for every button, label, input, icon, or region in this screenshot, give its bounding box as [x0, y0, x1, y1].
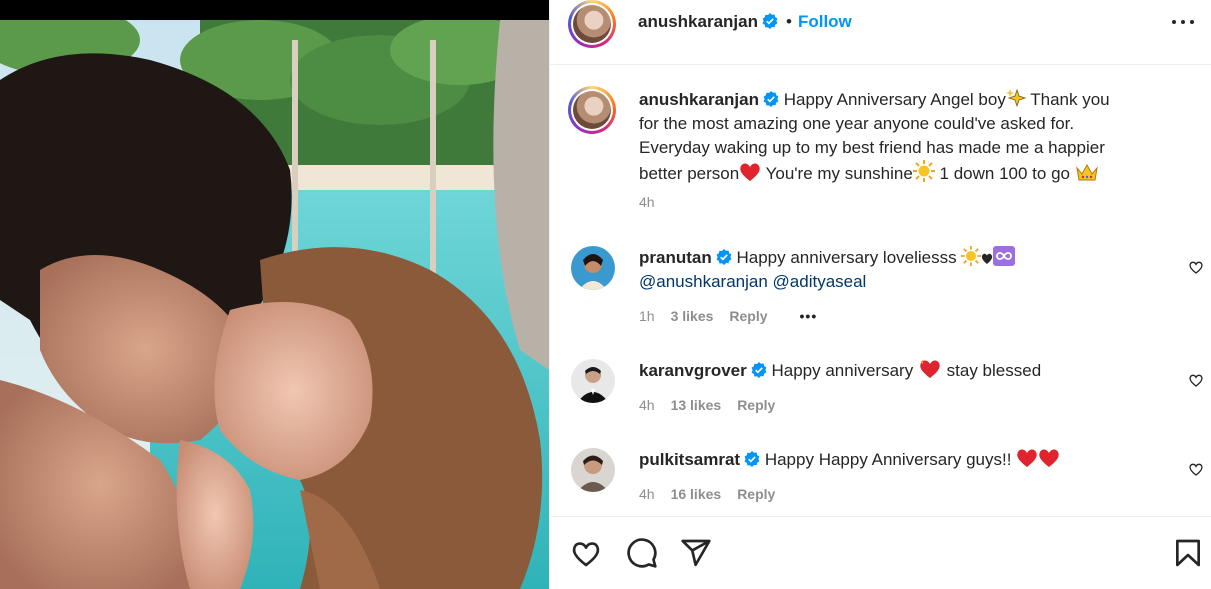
caption-line-4a: better person [639, 164, 740, 183]
verified-badge-icon [751, 362, 767, 378]
comment-likes[interactable]: 16 likes [671, 486, 722, 502]
comment-meta: 4h 13 likes Reply [639, 397, 791, 413]
caption-line-1b: Thank you [1025, 90, 1110, 109]
caption-time[interactable]: 4h [639, 194, 655, 210]
comment-like-heart-icon[interactable] [1188, 372, 1204, 388]
verified-badge-icon [763, 91, 779, 107]
red-heart-icon [1039, 449, 1059, 467]
bookmark-icon[interactable] [1172, 537, 1204, 569]
post-image [0, 20, 549, 589]
post-photo[interactable] [0, 0, 549, 589]
comment-body: Happy anniversary [771, 361, 918, 380]
comment-body: Happy Happy Anniversary guys!! [764, 450, 1017, 469]
comment-username[interactable]: pranutan [639, 248, 712, 267]
sparkles-icon [1005, 88, 1026, 108]
author-username[interactable]: anushkaranjan [638, 12, 758, 31]
more-options-icon[interactable] [1172, 14, 1194, 30]
author-avatar[interactable] [568, 0, 616, 48]
comment-text: karanvgrover Happy anniversary stay bles… [639, 359, 1159, 383]
heart-outline-icon[interactable] [570, 537, 602, 569]
paper-plane-icon[interactable] [680, 537, 712, 569]
comment-text: pranutan Happy anniversary loveliesss @a… [639, 246, 1159, 294]
comment-likes[interactable]: 3 likes [671, 308, 714, 324]
post-header: anushkaranjan • Follow [550, 0, 1211, 65]
comment-time[interactable]: 4h [639, 486, 655, 502]
comment-likes[interactable]: 13 likes [671, 397, 722, 413]
heart-on-fire-icon [920, 360, 940, 378]
comment-like-heart-icon[interactable] [1188, 461, 1204, 477]
comment-meta: 4h 16 likes Reply [639, 486, 791, 502]
caption-text: anushkaranjan Happy Anniversary Angel bo… [639, 88, 1179, 186]
separator-dot: • [786, 12, 792, 31]
caption-line-4c: 1 down 100 to go [934, 164, 1075, 183]
reply-button[interactable]: Reply [737, 486, 775, 502]
comment-username[interactable]: karanvgrover [639, 361, 747, 380]
sun-icon [912, 160, 935, 182]
reply-button[interactable]: Reply [737, 397, 775, 413]
verified-badge-icon [762, 13, 778, 29]
caption-username[interactable]: anushkaranjan [639, 90, 759, 109]
comment-username[interactable]: pulkitsamrat [639, 450, 740, 469]
post-side-panel: anushkaranjan • Follow anushkaranjan Happy… [549, 0, 1211, 589]
caption-line-2: for the most amazing one year anyone cou… [639, 114, 1075, 133]
author-line: anushkaranjan • Follow [638, 12, 852, 32]
post-action-bar [550, 516, 1211, 589]
follow-button[interactable]: Follow [798, 12, 852, 31]
comment-text: pulkitsamrat Happy Happy Anniversary guy… [639, 448, 1159, 472]
infinity-icon [993, 246, 1016, 266]
comment-bubble-icon[interactable] [626, 537, 658, 569]
commenter-avatar[interactable] [571, 246, 615, 290]
crown-icon [1075, 163, 1098, 181]
photo-top-bar [0, 0, 549, 20]
red-heart-icon [1017, 449, 1037, 467]
caption-line-4b: You're my sunshine [761, 164, 913, 183]
commenter-avatar[interactable] [571, 359, 615, 403]
comment-like-heart-icon[interactable] [1188, 259, 1204, 275]
comment-body-2: stay blessed [941, 361, 1042, 380]
comment-meta: 1h 3 likes Reply ••• [639, 308, 833, 324]
mention-link[interactable]: @adityaseal [773, 272, 867, 291]
caption-line-3: Everyday waking up to my best friend has… [639, 138, 1105, 157]
sun-icon [961, 246, 982, 266]
commenter-avatar[interactable] [571, 448, 615, 492]
red-heart-icon [740, 163, 760, 181]
comment-time[interactable]: 1h [639, 308, 655, 324]
verified-badge-icon [744, 451, 760, 467]
black-heart-icon [982, 253, 993, 264]
comment-time[interactable]: 4h [639, 397, 655, 413]
mention-link[interactable]: @anushkaranjan [639, 272, 768, 291]
reply-button[interactable]: Reply [729, 308, 767, 324]
caption-line-1: Happy Anniversary Angel boy [783, 90, 1006, 109]
comment-body: Happy anniversary loveliesss [736, 248, 962, 267]
verified-badge-icon [716, 249, 732, 265]
comment-more-options[interactable]: ••• [800, 308, 818, 324]
caption-avatar[interactable] [568, 86, 616, 134]
